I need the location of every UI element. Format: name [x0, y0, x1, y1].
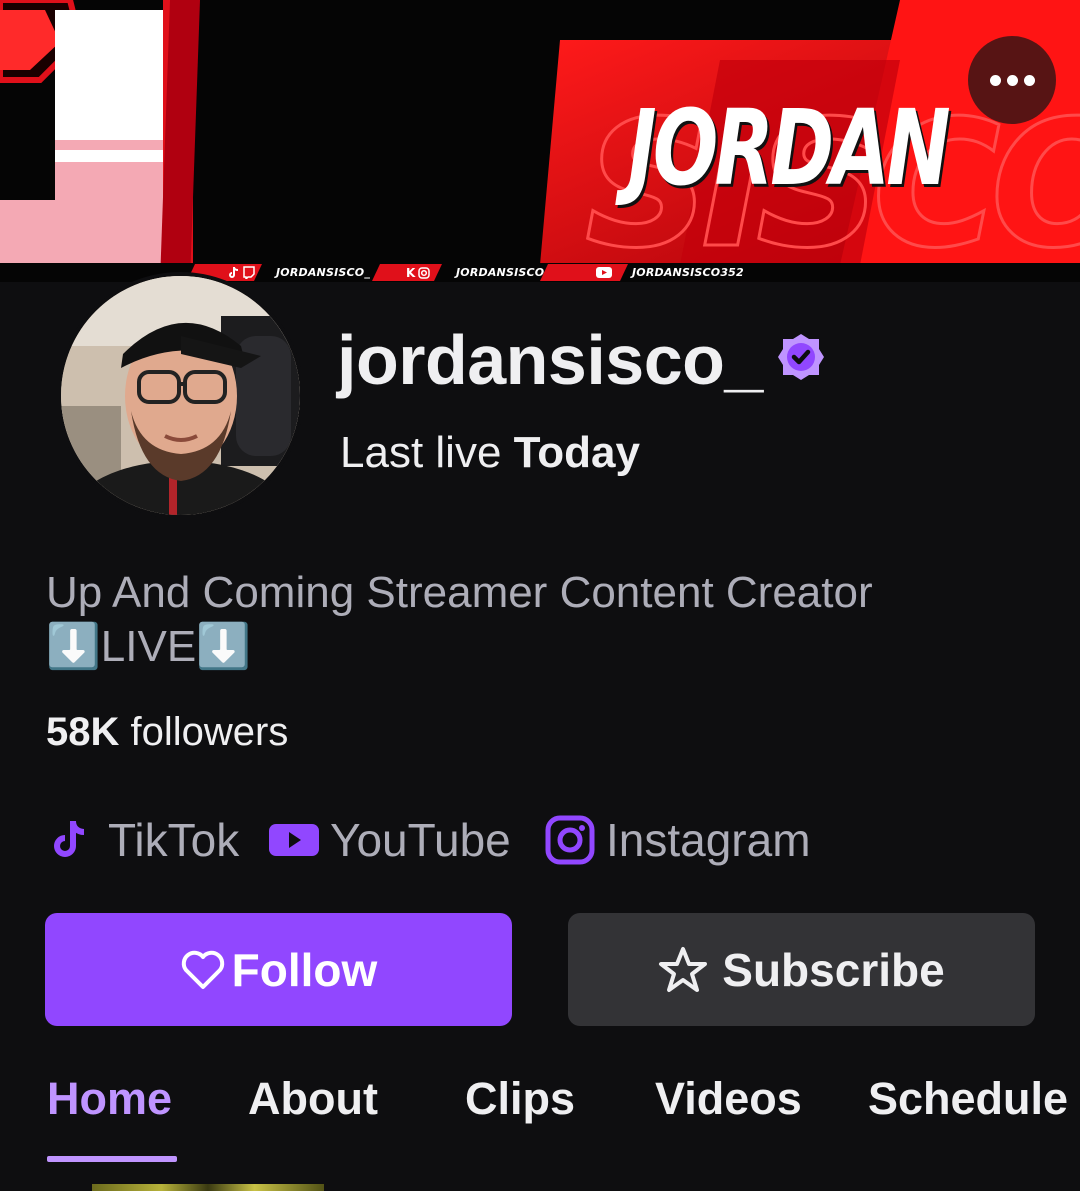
social-label-instagram: Instagram [606, 814, 811, 866]
subscribe-label: Subscribe [722, 943, 945, 996]
social-label-tiktok: TikTok [108, 814, 240, 866]
followers-count: 58K followers [46, 712, 288, 752]
banner-handle-1: JORDANSISCO_ [276, 266, 371, 279]
tab-videos[interactable]: Videos [655, 1076, 802, 1121]
last-live-value: Today [513, 428, 640, 477]
channel-bio: Up And Coming Streamer Content Creator ⬇… [46, 568, 873, 671]
banner-youtube-icon [596, 264, 612, 281]
follow-label: Follow [231, 943, 378, 996]
star-icon [659, 946, 708, 992]
channel-page: SISCO JORDAN JORDANSISCO_ K JORDANSISCO … [0, 0, 1080, 1191]
verified-badge-icon [778, 334, 824, 380]
followers-label: followers [130, 710, 289, 754]
banner-kick-instagram-icons: K [406, 264, 431, 281]
banner-handle-3: JORDANSISCO352 [632, 266, 744, 279]
social-link-tiktok[interactable]: TikTok [46, 810, 239, 870]
tab-clips[interactable]: Clips [465, 1076, 575, 1121]
instagram-icon [545, 815, 595, 865]
profile-avatar[interactable] [57, 272, 304, 519]
banner-handle-2: JORDANSISCO [456, 266, 545, 279]
tab-about[interactable]: About [248, 1076, 378, 1121]
channel-tabs: Home About Clips Videos Schedule [0, 1070, 1080, 1170]
last-live-status: Last live Today [340, 431, 640, 475]
follow-button[interactable]: Follow [45, 913, 512, 1026]
banner-name-text: JORDAN [628, 87, 951, 209]
youtube-icon [269, 824, 319, 856]
social-label-youtube: YouTube [330, 814, 511, 866]
active-tab-indicator [47, 1156, 177, 1162]
subscribe-button[interactable]: Subscribe [568, 913, 1035, 1026]
social-link-youtube[interactable]: YouTube [268, 810, 511, 870]
more-options-button[interactable] [968, 36, 1056, 124]
last-live-label: Last live [340, 428, 502, 477]
social-link-instagram[interactable]: Instagram [544, 810, 811, 870]
channel-banner: SISCO JORDAN JORDANSISCO_ K JORDANSISCO … [0, 0, 1080, 282]
tab-schedule[interactable]: Schedule [868, 1076, 1068, 1121]
heart-icon [181, 950, 224, 989]
channel-username: jordansisco_ [337, 321, 763, 399]
tab-home[interactable]: Home [47, 1076, 172, 1121]
avatar-image [61, 276, 300, 515]
followers-number: 58K [46, 710, 120, 754]
banner-tiktok-twitch-icons [228, 264, 255, 281]
content-thumbnail-peek[interactable] [92, 1184, 324, 1191]
more-dot [1023, 74, 1035, 86]
more-dot [989, 74, 1001, 86]
tiktok-icon [54, 820, 85, 857]
more-dot [1006, 74, 1018, 86]
